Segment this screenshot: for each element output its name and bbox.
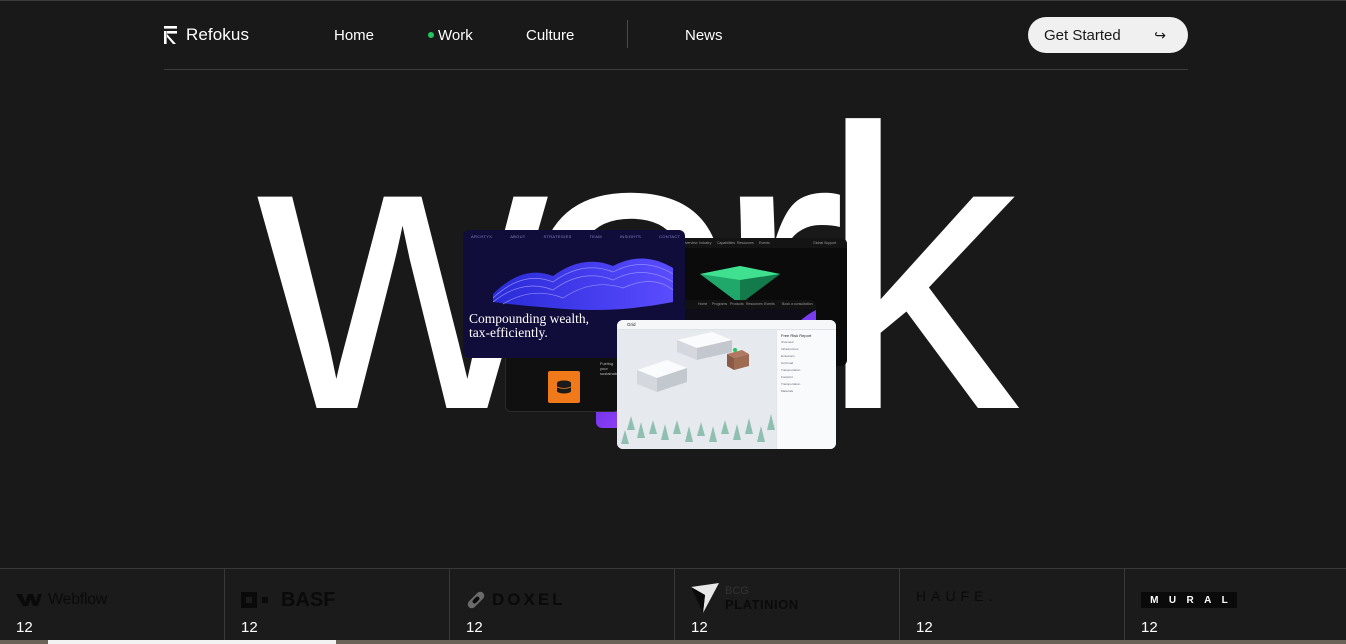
wave-mesh-illustration — [493, 258, 673, 310]
carousel-progress-fill — [48, 640, 336, 644]
card-menu-item: Programs — [712, 302, 728, 306]
card-header: Grid — [617, 320, 836, 330]
client-name: PLATINION — [725, 597, 799, 612]
client-project-count: 12 — [466, 619, 483, 636]
project-collage: Overview Industry Capabilities Resources… — [0, 0, 1346, 644]
card-menu-item: ABOUT — [510, 233, 526, 239]
card-menu-item: Capabilities — [717, 241, 736, 245]
client-name: Webflow — [48, 591, 107, 608]
card-side-item: Overview — [781, 340, 794, 344]
mural-letter: R — [1186, 594, 1194, 606]
card-menu-item: Book a consultation — [782, 302, 813, 306]
mural-logo: M U R A L — [1141, 589, 1237, 611]
card-navbar: ARCHTYX ABOUT STRATEGIES TEAM INSIGHTS C… — [463, 230, 685, 242]
client-project-count: 12 — [1141, 619, 1158, 636]
card-menu-item: Events — [764, 302, 775, 306]
mural-letter: M — [1150, 594, 1159, 606]
client-cell-mural[interactable]: M U R A L 12 — [1125, 569, 1346, 644]
client-project-count: 12 — [16, 619, 33, 636]
card-menu-item: Home — [698, 302, 708, 306]
bcg-platinion-icon — [691, 583, 719, 613]
isometric-city-illustration — [617, 330, 777, 449]
card-side-item: Footprint — [781, 375, 793, 379]
client-cell-basf[interactable]: BASF 12 — [225, 569, 450, 644]
card-side-item: Emissions — [781, 354, 795, 358]
client-name: BASF — [281, 588, 336, 611]
card-menu-item: Resources — [737, 241, 754, 245]
bcg-platinion-logo: BCG PLATINION — [691, 583, 799, 613]
card-menu-item: Products — [730, 302, 744, 306]
mural-icon: M U R A L — [1141, 592, 1237, 608]
project-card-map-app[interactable]: Grid Free Risk Report Overview Infrastru… — [617, 320, 836, 449]
card-menu-item: Industry — [699, 241, 712, 245]
card-menu-item: Events — [759, 241, 770, 245]
card-side-item: Materials — [781, 389, 794, 393]
webflow-icon — [16, 594, 42, 606]
card-side-item: Transportation — [781, 368, 801, 372]
card-menu-item: CONTACT — [659, 233, 681, 239]
card-brand: ARCHTYX — [471, 233, 493, 239]
card-menu-item: TEAM — [589, 233, 602, 239]
client-cell-haufe[interactable]: HAUFE. 12 — [900, 569, 1125, 644]
card-side-item: Transportation — [781, 382, 801, 386]
orange-product-tile — [548, 371, 580, 403]
client-cell-webflow[interactable]: Webflow 12 — [0, 569, 225, 644]
card-side-item: Infrastructure — [781, 347, 799, 351]
haufe-logo: HAUFE. — [916, 585, 997, 607]
card-menu-item: Resources — [746, 302, 763, 306]
mural-letter: A — [1204, 594, 1212, 606]
card-side-title: Free Risk Report — [781, 333, 812, 338]
client-cell-doxel[interactable]: DOXEL 12 — [450, 569, 675, 644]
client-project-count: 12 — [691, 619, 708, 636]
client-name: HAUFE. — [916, 588, 998, 604]
project-card-orange[interactable]: Fueling your sustainability — [505, 352, 620, 412]
card-menu-item: Overview — [683, 241, 698, 245]
stack-icon — [556, 380, 572, 394]
mural-letter: U — [1168, 594, 1177, 606]
card-menu-item: Global Support — [813, 241, 837, 245]
webflow-logo: Webflow — [16, 589, 107, 611]
card-sidebar: Free Risk Report Overview Infrastructure… — [776, 330, 836, 449]
client-name: DOXEL — [492, 590, 566, 609]
client-project-count: 12 — [241, 619, 258, 636]
basf-icon — [241, 592, 268, 608]
doxel-logo: DOXEL — [466, 589, 566, 611]
card-brand: Grid — [627, 322, 636, 327]
card-navbar: Overview Industry Capabilities Resources… — [675, 238, 847, 248]
card-menu-item: INSIGHTS — [619, 233, 642, 239]
client-project-count: 12 — [916, 619, 933, 636]
client-cell-bcg-platinion[interactable]: BCG PLATINION 12 — [675, 569, 900, 644]
mural-letter: L — [1221, 594, 1228, 606]
basf-logo: BASF — [241, 589, 335, 611]
client-logo-strip: Webflow 12 BASF 12 DOXEL 12 BCG PLATINIO… — [0, 568, 1346, 644]
card-menu-item: STRATEGIES — [543, 233, 572, 239]
card-side-item: Grid load — [781, 361, 794, 365]
doxel-icon — [467, 591, 485, 609]
